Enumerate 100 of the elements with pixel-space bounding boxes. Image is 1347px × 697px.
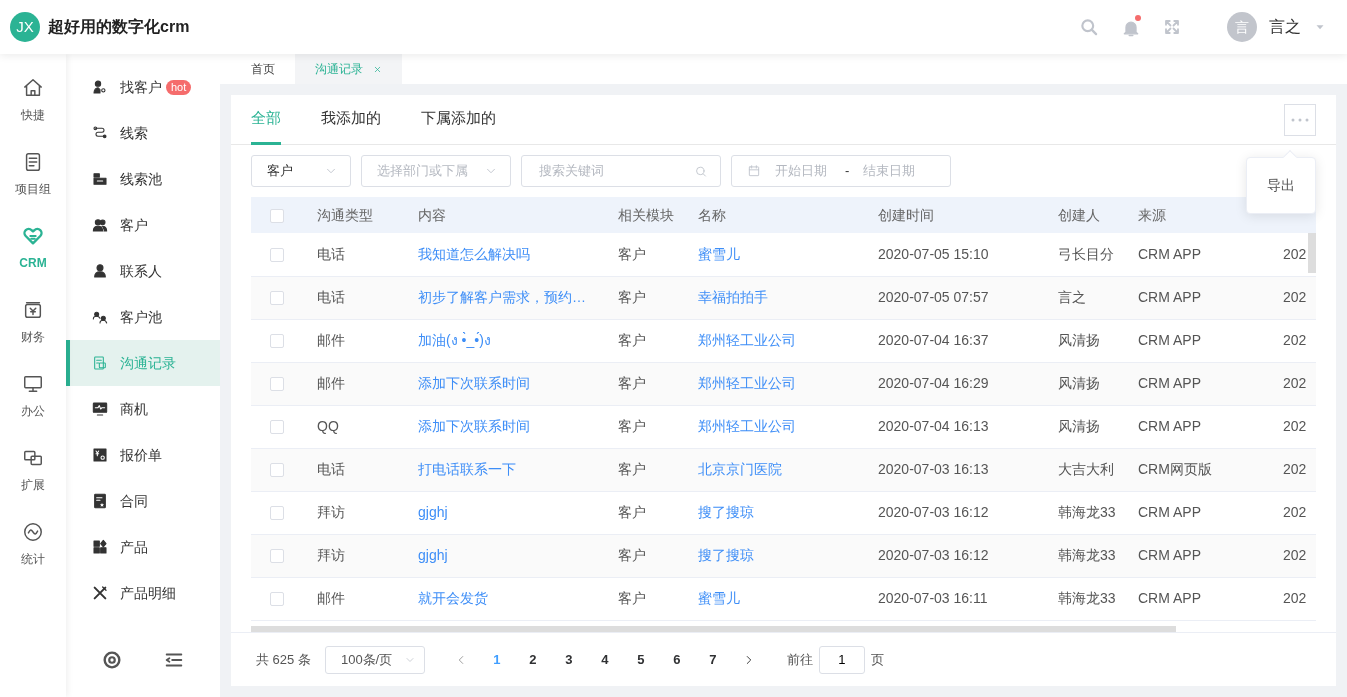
submenu-item[interactable]: 报价单	[66, 432, 220, 478]
submenu-item[interactable]: 合同	[66, 478, 220, 524]
rail-icon	[22, 373, 44, 395]
user-name[interactable]: 言之	[1269, 15, 1301, 39]
row-checkbox[interactable]	[270, 334, 284, 349]
menu-item-icon	[92, 309, 108, 325]
column-header: 沟通类型	[317, 206, 373, 223]
row-checkbox[interactable]	[270, 377, 284, 392]
row-checkbox[interactable]	[270, 291, 284, 306]
rail-item[interactable]: 办公	[0, 372, 66, 446]
column-header: 名称	[698, 206, 726, 223]
page-number[interactable]: 2	[514, 648, 551, 671]
search-field[interactable]: 搜索关键词	[521, 155, 721, 187]
row-checkbox[interactable]	[270, 592, 284, 607]
page-size-select[interactable]: 100条/页	[324, 645, 425, 674]
table-cell: CRM APP	[1138, 504, 1201, 520]
table-cell: 客户	[618, 418, 646, 434]
table-cell: 202	[1283, 245, 1307, 262]
table-cell: 风清扬	[1058, 375, 1100, 391]
table-cell: 2020-07-03 16:11	[878, 590, 988, 606]
submenu-item[interactable]: 产品明细	[66, 570, 220, 616]
filter-tab[interactable]: 下属添加的	[421, 94, 496, 145]
table-cell: 202	[1283, 461, 1307, 477]
table-cell: 客户	[618, 375, 646, 391]
search-input[interactable]: 搜索关键词	[537, 160, 695, 182]
column-header: 创建时间	[878, 206, 934, 223]
page-input[interactable]: 1	[818, 645, 865, 674]
table-cell: 韩海龙33	[1058, 547, 1116, 563]
select-all-checkbox[interactable]	[270, 208, 284, 223]
page-number[interactable]: 4	[586, 648, 623, 671]
table-cell: 2020-07-04 16:29	[878, 375, 989, 391]
table-cell: 客户	[618, 547, 646, 563]
total-count: 共 625 条	[256, 650, 311, 669]
scrollbar[interactable]	[1308, 233, 1316, 273]
table-cell: 客户	[618, 461, 646, 477]
rail-item[interactable]: 项目组	[0, 150, 66, 224]
rail-item[interactable]: 财务	[0, 298, 66, 372]
page-number[interactable]: 5	[622, 648, 659, 671]
submenu-item[interactable]: 找客户 hot	[66, 64, 220, 110]
rail-item[interactable]: 扩展	[0, 446, 66, 520]
table-cell: 202	[1283, 332, 1307, 348]
table-cell: 202	[1283, 418, 1307, 434]
search-icon[interactable]	[1079, 17, 1099, 37]
start-date-input[interactable]: 开始日期	[773, 160, 833, 182]
table-cell: CRM网页版	[1138, 461, 1212, 477]
menu-item-icon	[92, 79, 108, 95]
row-checkbox[interactable]	[270, 248, 284, 263]
menu-item-icon	[92, 217, 108, 233]
table-cell: CRM APP	[1138, 332, 1201, 348]
submenu-item[interactable]: 客户池	[66, 294, 220, 340]
table-cell: 2020-07-03 16:13	[878, 461, 989, 477]
submenu-item[interactable]: 线索	[66, 110, 220, 156]
submenu-item[interactable]: 客户	[66, 202, 220, 248]
page-number[interactable]: 3	[550, 648, 587, 671]
filter-tab[interactable]: 我添加的	[321, 94, 381, 145]
more-button[interactable]	[1284, 103, 1316, 136]
row-checkbox[interactable]	[270, 463, 284, 478]
table-cell: 客户	[618, 245, 646, 262]
table-cell: 客户	[618, 504, 646, 520]
submenu-item[interactable]: 产品	[66, 524, 220, 570]
more-icon	[1291, 117, 1309, 122]
table-cell: 2020-07-03 16:12	[878, 504, 989, 520]
menu-item-icon	[92, 355, 108, 371]
end-date-input[interactable]: 结束日期	[861, 160, 922, 182]
table-cell: 202	[1283, 289, 1307, 305]
table-cell: 拜访	[317, 547, 345, 563]
menu-item-icon	[92, 585, 108, 601]
menu-item-icon	[92, 171, 108, 187]
fullscreen-icon[interactable]	[1163, 18, 1181, 36]
type-select[interactable]: 客户	[251, 155, 351, 187]
table-cell: 电话	[317, 245, 345, 262]
table-cell: 2020-07-03 16:12	[878, 547, 989, 563]
page-number[interactable]: 6	[658, 648, 695, 671]
rail-item[interactable]: 统计	[0, 520, 66, 594]
row-checkbox[interactable]	[270, 420, 284, 435]
table-cell: 邮件	[317, 332, 345, 348]
submenu-item[interactable]: 线索池	[66, 156, 220, 202]
row-checkbox[interactable]	[270, 506, 284, 521]
table-cell: 2020-07-04 16:13	[878, 418, 989, 434]
row-checkbox[interactable]	[270, 549, 284, 564]
rail-icon	[22, 225, 44, 247]
hot-badge: hot	[166, 79, 192, 95]
table-cell: 202	[1283, 547, 1307, 563]
scrollbar[interactable]	[251, 626, 1176, 633]
submenu-item[interactable]: 联系人	[66, 248, 220, 294]
page-number[interactable]: 7	[694, 648, 731, 671]
table-cell: 风清扬	[1058, 418, 1100, 434]
table-cell: 2020-07-05 15:10	[878, 245, 989, 262]
menu-item[interactable]: 导出	[1267, 175, 1295, 196]
table-cell: 202	[1283, 590, 1307, 606]
submenu-item[interactable]: 商机	[66, 386, 220, 432]
app-title: 超好用的数字化crm	[48, 17, 190, 37]
date-range-field[interactable]: 开始日期 - 结束日期	[731, 155, 951, 187]
rail-item[interactable]: 快捷	[0, 76, 66, 150]
table-cell: 拜访	[317, 504, 345, 520]
menu-item-icon	[92, 263, 108, 279]
table-cell: CRM APP	[1138, 289, 1201, 305]
table-cell: 邮件	[317, 375, 345, 391]
table-cell: CRM APP	[1138, 375, 1201, 391]
menu-item-icon	[92, 539, 108, 555]
